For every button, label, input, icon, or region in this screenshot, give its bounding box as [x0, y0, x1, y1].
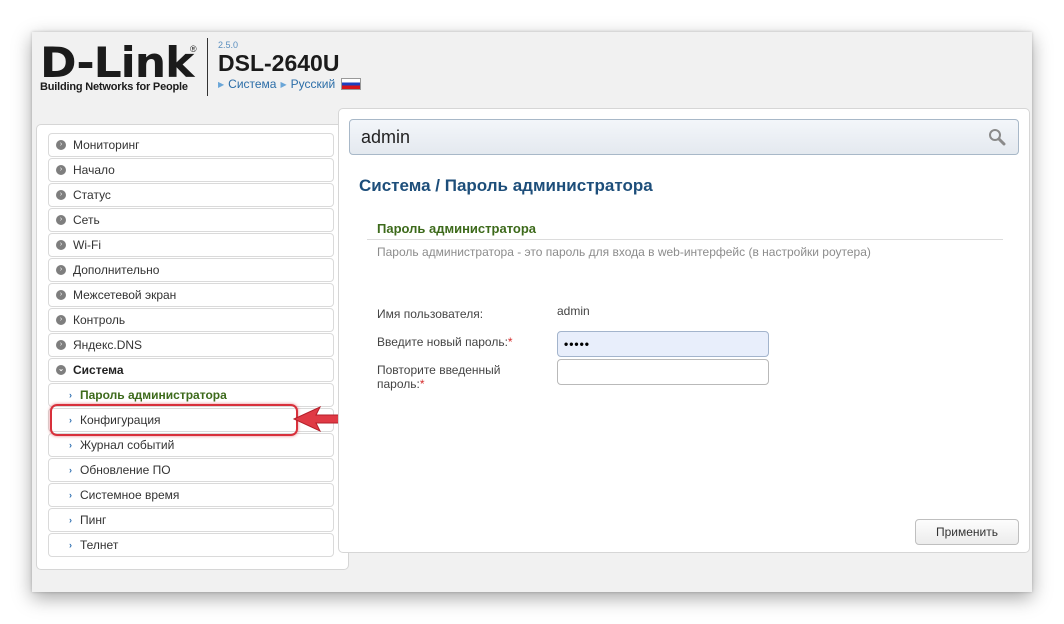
chevron-right-circle-icon: ›: [56, 140, 66, 150]
sidebar-item-monitoring[interactable]: › Мониторинг: [48, 133, 334, 157]
breadcrumb-system[interactable]: Система: [228, 77, 276, 91]
new-password-value: •••••: [564, 337, 590, 351]
header-divider: [207, 38, 208, 96]
page-title-name: Пароль администратора: [445, 176, 653, 195]
sidebar-item-label: Сеть: [73, 213, 100, 227]
brand-tagline: Building Networks for People: [40, 81, 188, 93]
triangle-right-icon: ›: [69, 390, 72, 400]
search-bar[interactable]: admin: [349, 119, 1019, 155]
sidebar-subitem-firmware-update[interactable]: › Обновление ПО: [48, 458, 334, 482]
repeat-password-label-line1: Повторите введенный: [377, 363, 500, 377]
triangle-right-icon: ›: [69, 465, 72, 475]
magnifier-icon[interactable]: [988, 128, 1006, 146]
sidebar-item-label: Мониторинг: [73, 138, 140, 152]
breadcrumb-arrow-icon: ▶: [280, 80, 286, 89]
sidebar-subitem-event-log[interactable]: › Журнал событий: [48, 433, 334, 457]
sidebar-item-label: Яндекс.DNS: [73, 338, 142, 352]
page-title-section: Система /: [359, 176, 440, 195]
sidebar-item-label: Статус: [73, 188, 111, 202]
registered-mark: ®: [190, 44, 197, 54]
chevron-right-circle-icon: ›: [56, 215, 66, 225]
required-mark: *: [508, 335, 513, 349]
sidebar-item-label: Система: [73, 363, 124, 377]
brand-name: D-Link: [40, 44, 208, 82]
breadcrumb-arrow-icon: ▶: [218, 80, 224, 89]
sidebar-item-yandex-dns[interactable]: › Яндекс.DNS: [48, 333, 334, 357]
repeat-password-field[interactable]: [557, 359, 769, 385]
sidebar-subitem-system-time[interactable]: › Системное время: [48, 483, 334, 507]
sidebar-item-label: Контроль: [73, 313, 125, 327]
triangle-right-icon: ›: [69, 440, 72, 450]
sidebar-subitem-telnet[interactable]: › Телнет: [48, 533, 334, 557]
sidebar-item-start[interactable]: › Начало: [48, 158, 334, 182]
chevron-right-circle-icon: ›: [56, 265, 66, 275]
sidebar-subitem-label: Пинг: [80, 513, 106, 527]
section-title: Пароль администратора: [367, 221, 1003, 240]
chevron-right-circle-icon: ›: [56, 340, 66, 350]
sidebar-item-label: Начало: [73, 163, 115, 177]
chevron-right-circle-icon: ›: [56, 290, 66, 300]
chevron-right-circle-icon: ›: [56, 240, 66, 250]
sidebar-subitem-label: Телнет: [80, 538, 118, 552]
sidebar-menu: › Мониторинг › Начало › Статус › Сеть › Wi-Fi…: [36, 124, 349, 570]
chevron-right-circle-icon: ›: [56, 315, 66, 325]
search-input[interactable]: admin: [361, 127, 988, 148]
section-description: Пароль администратора - это пароль для в…: [367, 245, 1003, 259]
repeat-password-label-line2: пароль:: [377, 377, 420, 391]
new-password-field[interactable]: •••••: [557, 331, 769, 357]
sidebar-item-advanced[interactable]: › Дополнительно: [48, 258, 334, 282]
annotation-highlight-ring: [50, 404, 298, 436]
new-password-label: Введите новый пароль:*: [377, 335, 513, 349]
username-value: admin: [557, 304, 590, 318]
required-mark: *: [420, 377, 425, 391]
sidebar-item-control[interactable]: › Контроль: [48, 308, 334, 332]
password-section: Пароль администратора Пароль администрат…: [367, 221, 1003, 259]
device-model: DSL-2640U: [218, 50, 361, 76]
repeat-password-label: Повторите введенный пароль:*: [377, 363, 500, 391]
page-title: Система / Пароль администратора: [359, 176, 653, 196]
firmware-version: 2.5.0: [218, 40, 361, 50]
header-info: 2.5.0 DSL-2640U ▶ Система ▶ Русский: [218, 40, 361, 91]
dlink-logo: D-Link ® Building Networks for People: [40, 44, 200, 94]
chevron-right-circle-icon: ›: [56, 190, 66, 200]
router-web-ui: D-Link ® Building Networks for People 2.…: [32, 32, 1032, 592]
apply-button[interactable]: Применить: [915, 519, 1019, 545]
chevron-down-circle-icon: ⌄: [56, 365, 66, 375]
sidebar-item-firewall[interactable]: › Межсетевой экран: [48, 283, 334, 307]
username-label: Имя пользователя:: [377, 307, 483, 321]
new-password-label-text: Введите новый пароль:: [377, 335, 508, 349]
sidebar-item-label: Межсетевой экран: [73, 288, 176, 302]
breadcrumb: ▶ Система ▶ Русский: [218, 77, 361, 91]
sidebar-item-system[interactable]: ⌄ Система: [48, 358, 334, 382]
sidebar-subitem-label: Обновление ПО: [80, 463, 171, 477]
sidebar-subitem-label: Журнал событий: [80, 438, 174, 452]
sidebar-item-label: Wi-Fi: [73, 238, 101, 252]
sidebar-subitem-label: Системное время: [80, 488, 179, 502]
content-panel: admin Система / Пароль администратора Па…: [338, 108, 1030, 553]
russian-flag-icon[interactable]: [341, 78, 361, 90]
chevron-right-circle-icon: ›: [56, 165, 66, 175]
triangle-right-icon: ›: [69, 515, 72, 525]
sidebar-item-label: Дополнительно: [73, 263, 159, 277]
sidebar-item-wifi[interactable]: › Wi-Fi: [48, 233, 334, 257]
language-selector[interactable]: Русский: [291, 77, 336, 91]
sidebar-item-network[interactable]: › Сеть: [48, 208, 334, 232]
sidebar-subitem-label: Пароль администратора: [80, 388, 227, 402]
triangle-right-icon: ›: [69, 540, 72, 550]
sidebar-subitem-ping[interactable]: › Пинг: [48, 508, 334, 532]
sidebar-item-status[interactable]: › Статус: [48, 183, 334, 207]
triangle-right-icon: ›: [69, 490, 72, 500]
